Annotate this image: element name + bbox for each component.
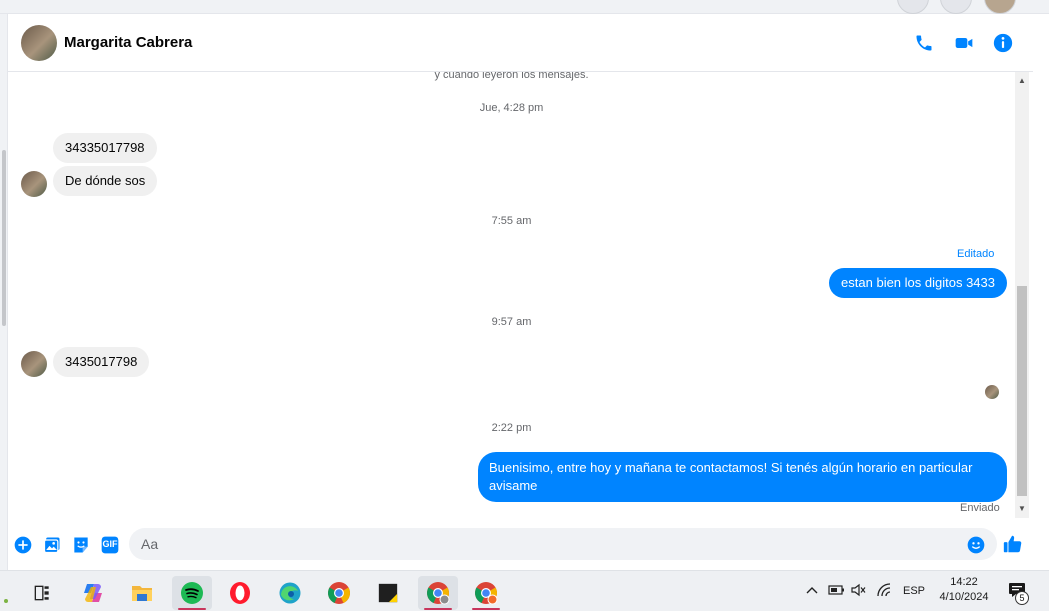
timestamp: 9:57 am <box>491 316 532 328</box>
like-icon[interactable] <box>1002 533 1024 555</box>
composer: GIF <box>8 518 1033 570</box>
message-bubble-incoming[interactable]: 34335017798 <box>53 133 157 163</box>
sticker-icon[interactable] <box>71 535 91 555</box>
wifi-icon[interactable] <box>876 583 892 597</box>
scroll-up-arrow-icon[interactable]: ▲ <box>1015 74 1029 88</box>
contact-avatar-small[interactable] <box>21 171 47 197</box>
widget-dot-icon <box>4 599 8 603</box>
gif-label: GIF <box>102 539 118 549</box>
chat-header: Margarita Cabrera <box>8 14 1033 72</box>
timestamp: 7:55 am <box>491 215 532 227</box>
sent-status: Enviado <box>960 502 1000 514</box>
language-indicator[interactable]: ESP <box>903 585 925 597</box>
chevron-up-icon[interactable] <box>805 583 819 597</box>
message-bubble-incoming[interactable]: 3435017798 <box>53 347 150 377</box>
messenger-window: Margarita Cabrera y cuándo leyeron los m… <box>0 0 1049 611</box>
message-scrollbar[interactable]: ▲ ▼ <box>1015 72 1029 518</box>
contact-name[interactable]: Margarita Cabrera <box>64 34 192 51</box>
message-line: Buenisimo, entre hoy y mañana te contact… <box>489 460 973 475</box>
task-view-icon[interactable] <box>22 576 62 610</box>
encryption-notice: y cuándo leyeron los mensajes. <box>434 72 589 81</box>
chrome-profile-2-icon[interactable] <box>466 576 506 610</box>
volume-muted-icon[interactable] <box>851 583 867 597</box>
sticky-notes-icon[interactable] <box>368 576 408 610</box>
file-explorer-icon[interactable] <box>122 576 162 610</box>
notification-badge: 5 <box>1015 591 1029 605</box>
opera-icon[interactable] <box>220 576 260 610</box>
active-indicator <box>424 608 452 610</box>
gif-icon[interactable]: GIF <box>100 535 120 555</box>
copilot-icon[interactable] <box>73 576 113 610</box>
chrome-profile-icon[interactable] <box>418 576 458 610</box>
left-edge-scrollbar <box>0 14 8 570</box>
edge-icon[interactable] <box>270 576 310 610</box>
message-bubble-incoming[interactable]: De dónde sos <box>53 166 158 196</box>
active-indicator <box>472 608 500 610</box>
timestamp: 2:22 pm <box>491 422 532 434</box>
windows-taskbar: ESP 14:22 4/10/2024 5 <box>0 570 1049 611</box>
top-button[interactable] <box>940 0 972 14</box>
timestamp: Jue, 4:28 pm <box>479 102 544 114</box>
info-icon[interactable] <box>991 31 1015 55</box>
profile-avatar[interactable] <box>984 0 1016 14</box>
taskbar-clock[interactable]: 14:22 4/10/2024 <box>928 575 1000 605</box>
message-input[interactable] <box>129 528 997 560</box>
left-scroll-thumb[interactable] <box>2 150 6 326</box>
video-camera-icon[interactable] <box>952 31 976 55</box>
contact-avatar[interactable] <box>21 25 57 61</box>
add-icon[interactable] <box>13 535 33 555</box>
active-indicator <box>178 608 206 610</box>
phone-icon[interactable] <box>912 31 936 55</box>
read-receipt-avatar <box>985 385 999 399</box>
message-list[interactable]: y cuándo leyeron los mensajes. Jue, 4:28… <box>8 72 1015 518</box>
top-strip <box>0 0 1049 14</box>
contact-avatar-small[interactable] <box>21 351 47 377</box>
edited-label[interactable]: Editado <box>957 248 994 260</box>
chrome-icon[interactable] <box>319 576 359 610</box>
clock-date: 4/10/2024 <box>939 591 989 603</box>
scroll-down-arrow-icon[interactable]: ▼ <box>1015 502 1029 516</box>
scroll-thumb[interactable] <box>1017 286 1027 496</box>
emoji-icon[interactable] <box>966 535 986 555</box>
photo-icon[interactable] <box>42 535 62 555</box>
clock-time: 14:22 <box>950 576 978 588</box>
spotify-icon[interactable] <box>172 576 212 610</box>
battery-icon[interactable] <box>828 583 846 597</box>
top-button[interactable] <box>897 0 929 14</box>
message-bubble-outgoing[interactable]: Buenisimo, entre hoy y mañana te contact… <box>478 452 1007 502</box>
message-line: avisame <box>489 478 538 493</box>
message-bubble-outgoing[interactable]: estan bien los digitos 3433 <box>829 268 1007 298</box>
